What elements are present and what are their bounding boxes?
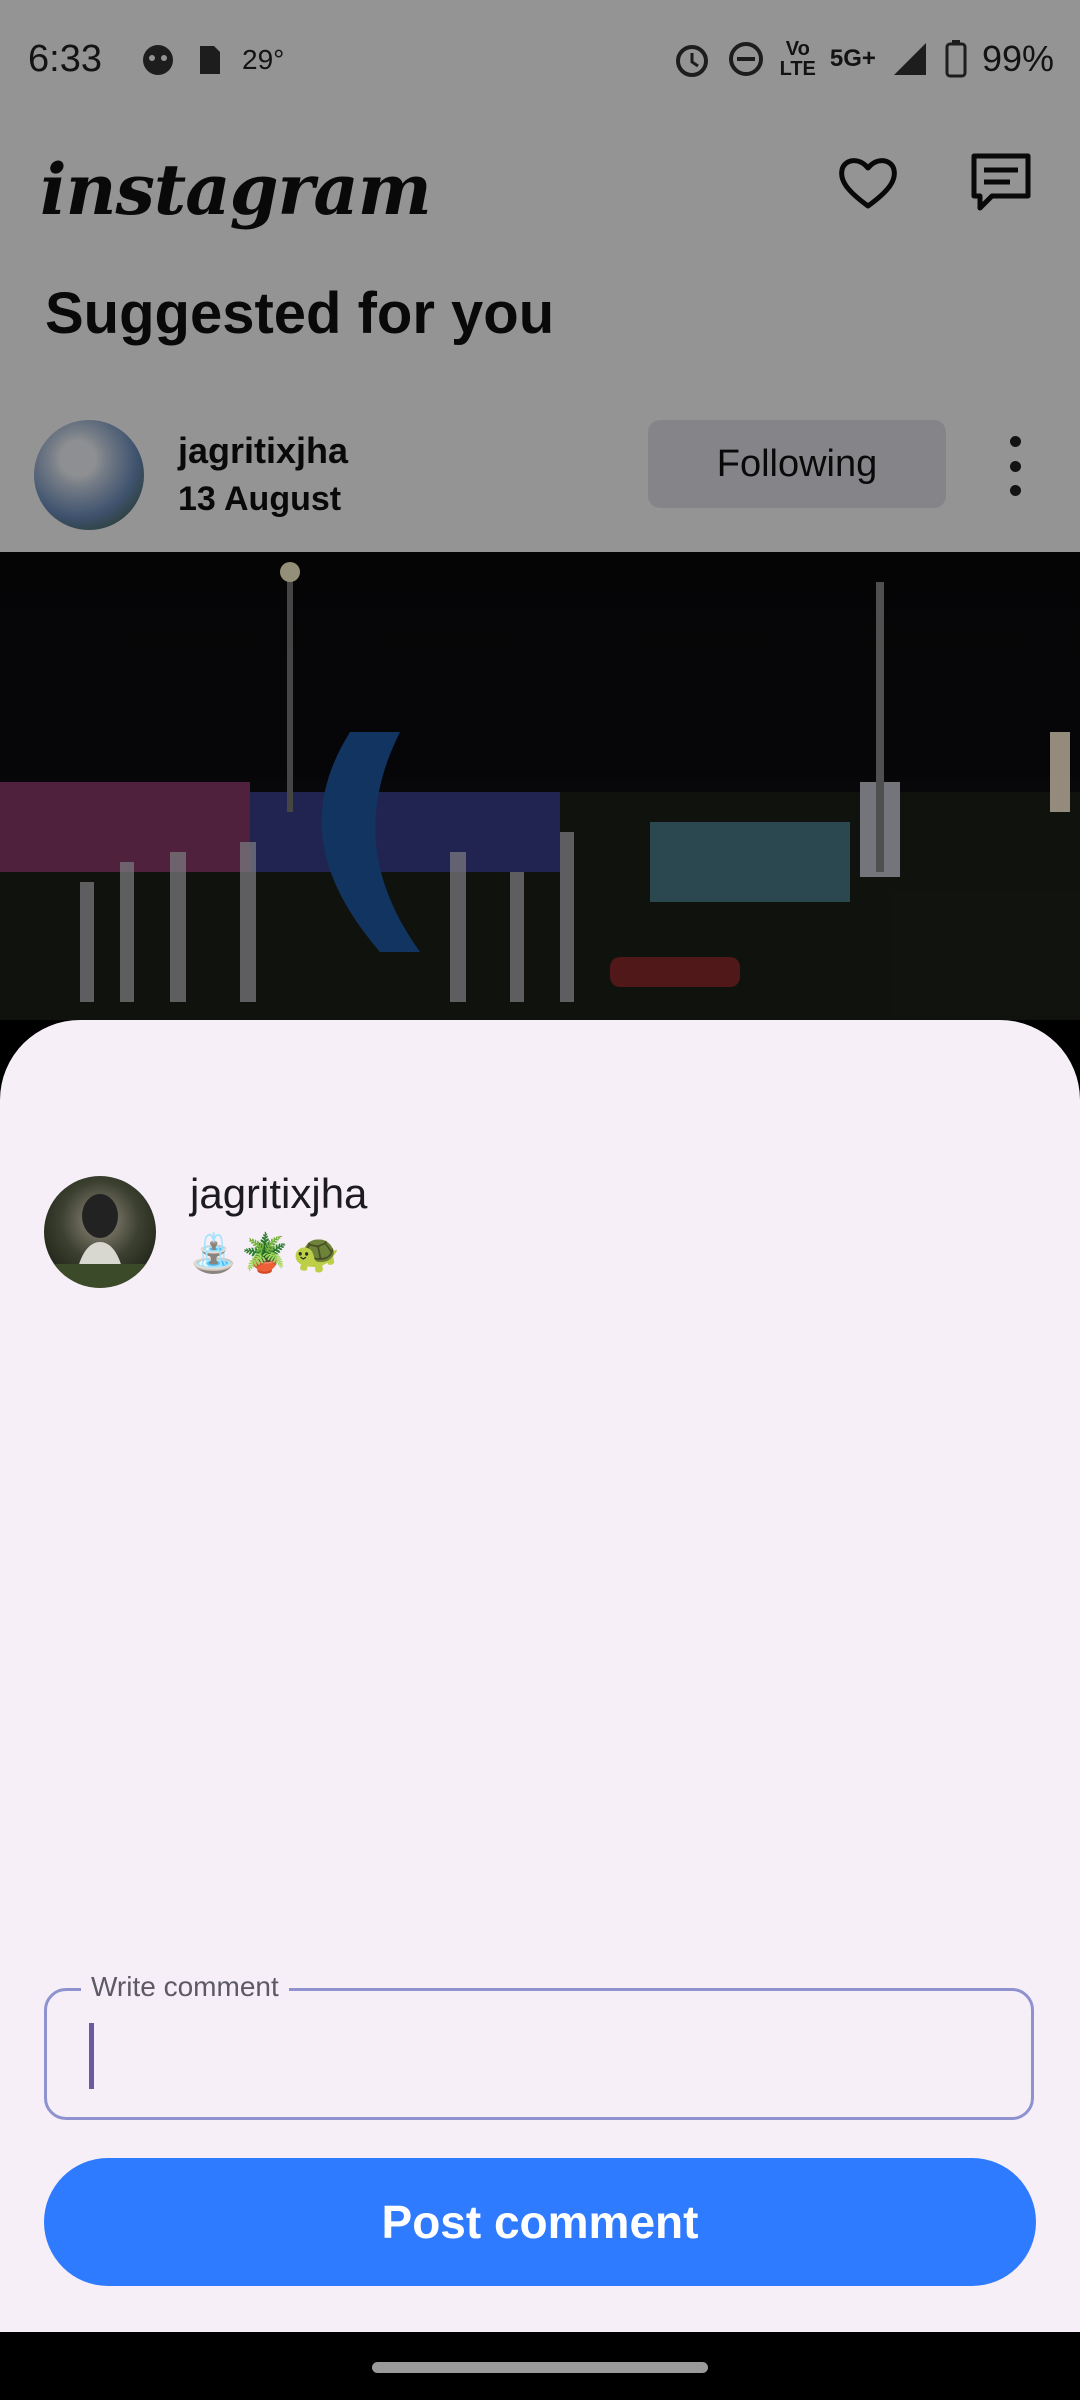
post-comment-button[interactable]: Post comment [44,2158,1036,2286]
home-gesture-handle[interactable] [372,2362,708,2373]
commenter-bio: ⛲🪴🐢 [190,1233,344,1275]
commenter-avatar [44,1176,156,1288]
commenter-username: jagritixjha [190,1170,368,1217]
comment-field[interactable]: Write comment [44,1971,1034,2120]
comment-input[interactable] [73,2013,1007,2099]
modal-scrim[interactable] [0,0,1080,1020]
comment-sheet: jagritixjha ⛲🪴🐢 Write comment Post comme… [0,1020,1080,2332]
comment-field-label: Write comment [81,1971,289,2003]
feed-screen: 6:33 29° Vo LTE 5G+ 99% instagram Sugges… [0,0,1080,1020]
system-navigation-bar [0,2332,1080,2400]
